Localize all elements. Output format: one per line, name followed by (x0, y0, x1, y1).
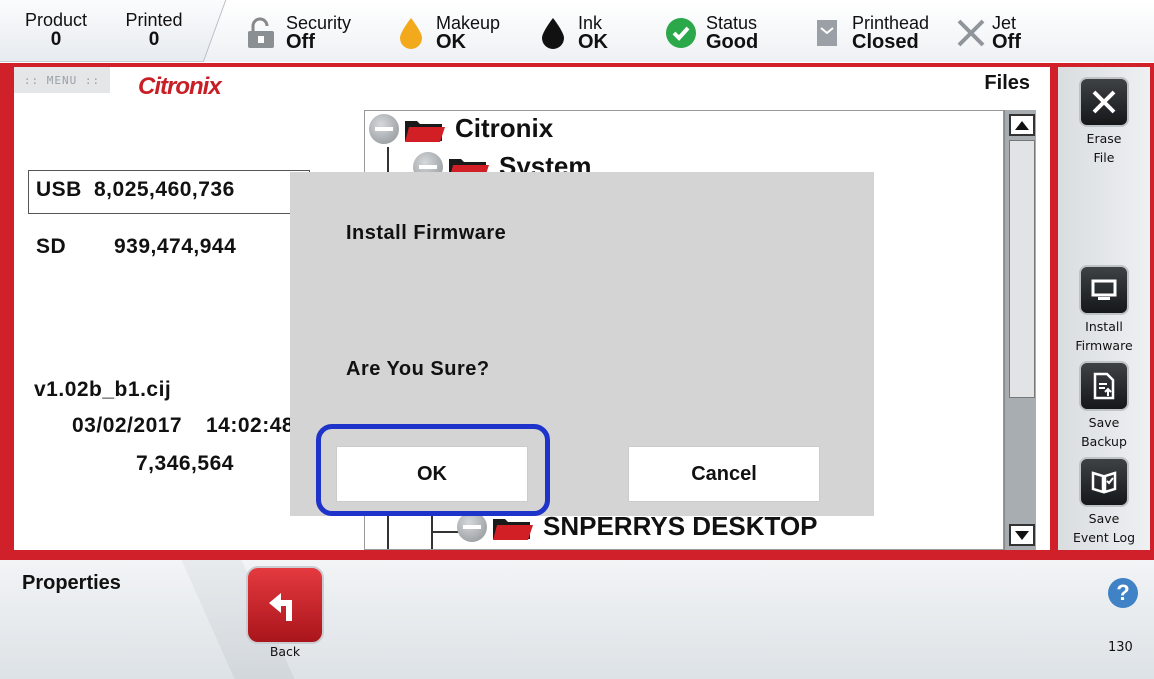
makeup-drop-icon (394, 16, 428, 50)
collapse-icon[interactable] (457, 511, 487, 542)
usb-capacity: 8,025,460,736 (94, 178, 235, 201)
install-label-2: Firmware (1075, 338, 1133, 353)
bottom-bar (0, 560, 1154, 679)
ok-highlight-frame (316, 424, 550, 516)
printed-label: Printed (125, 10, 183, 30)
open-folder-icon (493, 518, 533, 540)
x-mark-icon (954, 16, 988, 50)
ink-value: OK (578, 31, 608, 53)
backup-label-2: Backup (1081, 434, 1127, 449)
ink-status[interactable]: Ink OK (536, 12, 608, 54)
printhead-icon (810, 16, 844, 50)
erase-label: Erase (1086, 131, 1122, 146)
erase-file-button[interactable]: Erase File (1058, 77, 1150, 167)
arrow-down-icon (1015, 530, 1029, 540)
product-label: Product (24, 10, 88, 30)
back-label: Back (269, 644, 301, 659)
save-event-log-button[interactable]: Save Event Log (1058, 457, 1150, 547)
properties-title: Properties (22, 572, 121, 594)
check-circle-icon (664, 16, 698, 50)
citronix-logo: Citronix (138, 73, 222, 100)
tree-scrollbar[interactable] (1004, 110, 1036, 550)
tree-node-citronix[interactable]: Citronix (369, 113, 553, 144)
ink-drop-icon (536, 16, 570, 50)
makeup-value: OK (436, 31, 466, 53)
collapse-icon[interactable] (369, 113, 399, 144)
file-date: 03/02/2017 (72, 414, 183, 437)
product-value: 0 (50, 29, 62, 50)
document-upload-icon (1079, 361, 1129, 411)
help-icon[interactable]: ? (1108, 578, 1138, 608)
cancel-button[interactable]: Cancel (628, 446, 820, 502)
tree-node-label: Citronix (455, 113, 554, 143)
makeup-status[interactable]: Makeup OK (394, 12, 500, 54)
install-firmware-button[interactable]: Install Firmware (1058, 265, 1150, 355)
page-title: Files (984, 72, 1030, 94)
dialog-title: Install Firmware (346, 222, 507, 244)
save-backup-button[interactable]: Save Backup (1058, 361, 1150, 451)
system-status[interactable]: Status Good (664, 12, 758, 54)
backup-label: Save (1088, 415, 1120, 430)
dialog-message: Are You Sure? (346, 358, 490, 380)
sd-label: SD (36, 235, 67, 258)
file-name: v1.02b_b1.cij (34, 378, 172, 401)
monitor-icon (1079, 265, 1129, 315)
open-folder-icon (405, 120, 445, 142)
status-value: Good (706, 31, 759, 53)
eventlog-label-2: Event Log (1072, 530, 1136, 545)
printhead-status[interactable]: Printhead Closed (810, 12, 929, 54)
scroll-thumb[interactable] (1009, 140, 1035, 398)
printhead-value: Closed (852, 31, 919, 53)
product-counter: Product 0 (10, 10, 102, 50)
eventlog-label: Save (1088, 511, 1120, 526)
file-time: 14:02:48 (206, 414, 295, 437)
security-value: Off (286, 31, 315, 53)
usb-label: USB (36, 178, 82, 201)
tree-connector (431, 516, 433, 549)
scroll-down-button[interactable] (1009, 524, 1035, 546)
printed-counter: Printed 0 (108, 10, 200, 50)
unlock-icon (244, 16, 278, 50)
printed-value: 0 (148, 29, 160, 50)
page-number: 130 (1108, 640, 1133, 655)
jet-value: Off (992, 31, 1021, 53)
install-label: Install (1085, 319, 1123, 334)
security-status[interactable]: Security Off (244, 12, 351, 54)
file-size: 7,346,564 (136, 452, 234, 475)
sd-capacity: 939,474,944 (114, 235, 237, 258)
menu-button[interactable]: :: MENU :: (14, 67, 110, 93)
arrow-up-icon (1015, 120, 1029, 130)
jet-status[interactable]: Jet Off (954, 12, 1021, 54)
tools-panel: Erase File Install Firmware Save Backup Sav… (1058, 67, 1150, 550)
erase-label-2: File (1093, 150, 1115, 165)
close-icon (1079, 77, 1129, 127)
back-arrow-icon (269, 593, 292, 621)
back-button[interactable] (246, 566, 324, 644)
book-icon (1079, 457, 1129, 507)
scroll-up-button[interactable] (1009, 114, 1035, 136)
